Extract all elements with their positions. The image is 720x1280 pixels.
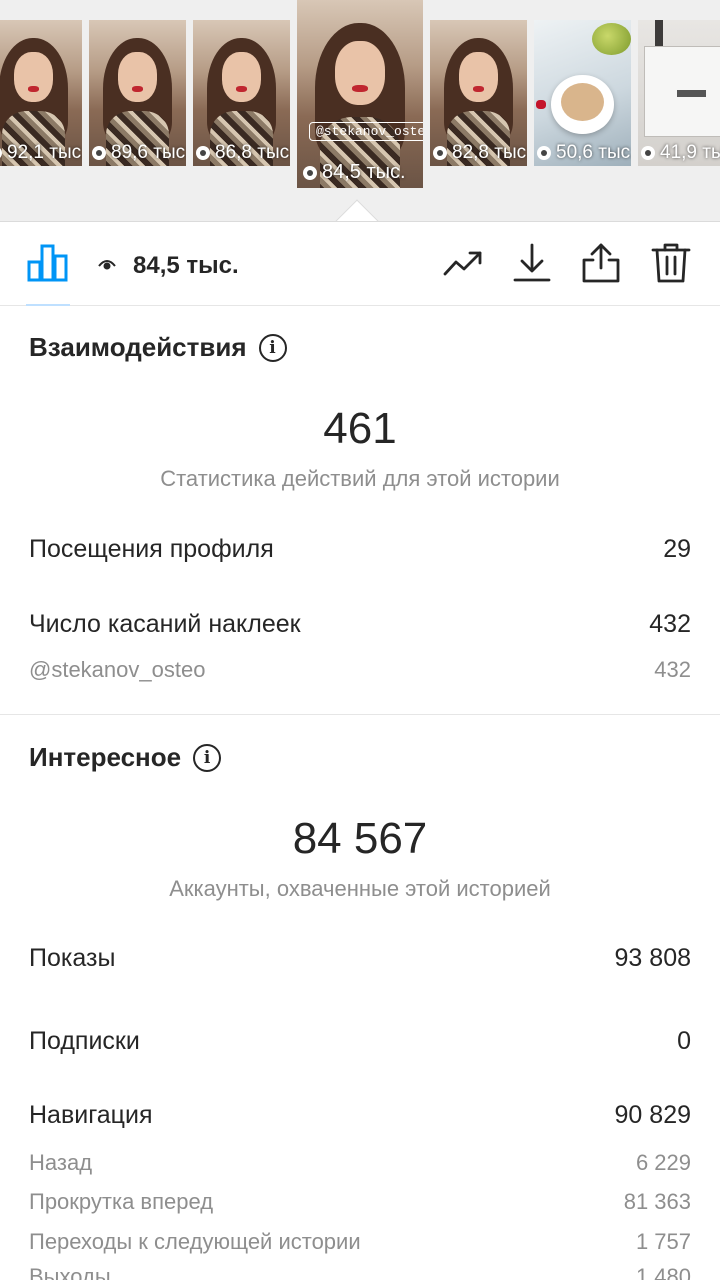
story-views: 41,9 тыс. bbox=[660, 142, 720, 163]
insights-toolbar: 84,5 тыс. bbox=[0, 222, 720, 306]
stat-value: 1 480 bbox=[635, 1264, 691, 1280]
share-icon[interactable] bbox=[580, 242, 622, 284]
stat-value: 0 bbox=[677, 1027, 691, 1055]
stat-value: 432 bbox=[654, 657, 691, 682]
stat-value: 6 229 bbox=[635, 1150, 691, 1175]
stat-sub-row: Назад 6 229 bbox=[29, 1150, 691, 1176]
story-image bbox=[297, 0, 423, 188]
stat-value: 93 808 bbox=[614, 944, 691, 972]
story-thumbnail-selected[interactable]: @stekanov_osteo 84,5 тыс. bbox=[297, 0, 423, 188]
stat-row: Показы 93 808 bbox=[29, 944, 691, 973]
eye-icon bbox=[98, 260, 116, 270]
stat-value: 29 bbox=[663, 535, 691, 563]
story-thumbnail[interactable]: 86,8 тыс. bbox=[193, 20, 290, 166]
story-thumbnail[interactable]: 89,6 тыс. bbox=[89, 20, 186, 166]
eye-icon bbox=[537, 146, 551, 160]
stat-value: 81 363 bbox=[623, 1189, 691, 1214]
interactions-total-label: Статистика действий для этой истории bbox=[160, 466, 560, 491]
story-thumbnail[interactable]: 50,6 тыс. bbox=[534, 20, 631, 166]
active-tab-indicator bbox=[26, 304, 70, 306]
eye-icon bbox=[303, 165, 317, 180]
stat-sub-row: Переходы к следующей истории 1 757 bbox=[29, 1229, 691, 1255]
stat-label: Выходы bbox=[29, 1264, 111, 1280]
interactions-header: Взаимодействия i bbox=[29, 332, 287, 363]
interactions-total: 461 bbox=[323, 404, 397, 453]
trend-icon[interactable] bbox=[442, 242, 484, 284]
discovery-total: 84 567 bbox=[292, 814, 428, 863]
stat-value: 432 bbox=[649, 610, 691, 638]
stat-row: Подписки 0 bbox=[29, 1027, 691, 1056]
stat-label: Посещения профиля bbox=[29, 535, 274, 563]
story-view-count: 84,5 тыс. bbox=[133, 252, 239, 279]
section-title: Интересное bbox=[29, 742, 182, 772]
stat-sub-row: @stekanov_osteo 432 bbox=[29, 657, 691, 683]
story-views: 89,6 тыс. bbox=[111, 142, 186, 163]
eye-icon bbox=[92, 146, 106, 160]
story-views: 84,5 тыс. bbox=[322, 161, 406, 183]
eye-icon bbox=[196, 146, 210, 160]
stat-row: Число касаний наклеек 432 bbox=[29, 610, 691, 639]
info-icon[interactable]: i bbox=[193, 743, 222, 772]
story-thumbnail[interactable]: 92,1 тыс. bbox=[0, 20, 82, 166]
stat-label: @stekanov_osteo bbox=[29, 657, 206, 682]
info-icon[interactable]: i bbox=[258, 333, 287, 362]
stat-label: Переходы к следующей истории bbox=[29, 1229, 361, 1254]
stat-label: Навигация bbox=[29, 1101, 153, 1129]
download-icon[interactable] bbox=[511, 242, 553, 284]
story-views: 92,1 тыс. bbox=[7, 142, 82, 163]
story-thumbnail[interactable]: 82,8 тыс. bbox=[430, 20, 527, 166]
eye-icon bbox=[641, 146, 655, 160]
trash-icon[interactable] bbox=[650, 242, 692, 284]
stat-sub-row: Прокрутка вперед 81 363 bbox=[29, 1189, 691, 1215]
discovery-header: Интересное i bbox=[29, 742, 222, 773]
discovery-total-label: Аккаунты, охваченные этой историей bbox=[169, 876, 551, 901]
stat-row: Посещения профиля 29 bbox=[29, 535, 691, 564]
section-divider bbox=[0, 714, 720, 715]
stat-label: Подписки bbox=[29, 1027, 140, 1055]
stat-value: 1 757 bbox=[635, 1229, 691, 1254]
eye-icon bbox=[433, 146, 447, 160]
story-thumbnail-strip: 92,1 тыс. 89,6 тыс. 86,8 тыс. @stekanov_… bbox=[0, 0, 720, 222]
story-views: 86,8 тыс. bbox=[215, 142, 290, 163]
section-title: Взаимодействия bbox=[29, 332, 247, 362]
stat-row: Навигация 90 829 bbox=[29, 1101, 691, 1130]
stat-label: Назад bbox=[29, 1150, 93, 1175]
story-views: 50,6 тыс. bbox=[556, 142, 631, 163]
stat-label: Прокрутка вперед bbox=[29, 1189, 214, 1214]
mention-sticker: @stekanov_osteo bbox=[309, 122, 423, 141]
stat-label: Число касаний наклеек bbox=[29, 610, 301, 638]
eye-icon bbox=[0, 146, 2, 160]
story-views: 82,8 тыс. bbox=[452, 142, 527, 163]
stat-sub-row: Выходы 1 480 bbox=[29, 1264, 691, 1280]
bar-chart-icon[interactable] bbox=[26, 240, 70, 284]
story-thumbnail[interactable]: 41,9 тыс. bbox=[638, 20, 720, 166]
stat-label: Показы bbox=[29, 944, 116, 972]
selection-pointer bbox=[334, 199, 380, 221]
stat-value: 90 829 bbox=[614, 1101, 691, 1129]
